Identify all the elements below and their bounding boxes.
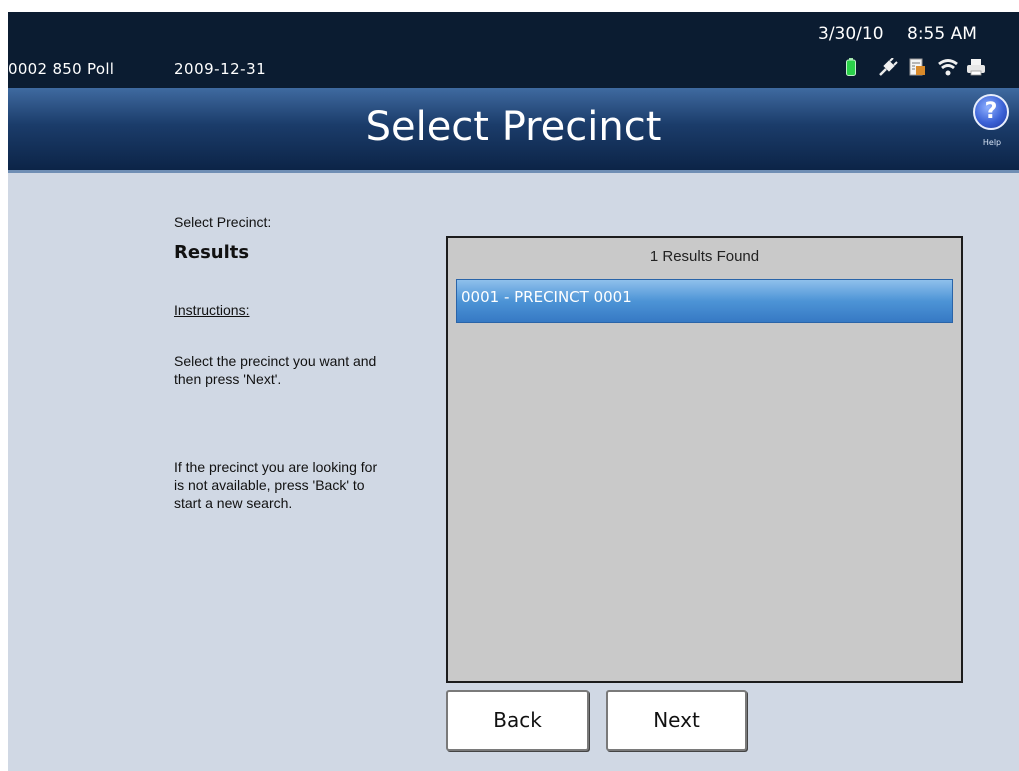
poll-date: 2009-12-31	[174, 60, 267, 78]
step-label: Select Precinct:	[174, 214, 272, 230]
kiosk-screen: 0002 850 Poll 2009-12-31 3/30/10 8:55 AM	[8, 12, 1019, 771]
instructions-text: Select the precinct you want and then pr…	[174, 353, 377, 387]
precinct-list-item[interactable]: 0001 - PRECINCT 0001	[456, 279, 953, 323]
station-id: 0002 850 Poll	[8, 60, 115, 78]
instructions-heading: Instructions:	[174, 302, 250, 318]
help-icon: ?	[973, 94, 1009, 130]
printer-icon	[967, 59, 985, 76]
back-button[interactable]: Back	[446, 690, 589, 751]
network-icon	[938, 59, 958, 76]
battery-icon	[846, 58, 856, 76]
clock-time: 8:55 AM	[907, 24, 977, 44]
results-list: 1 Results Found 0001 - PRECINCT 0001	[446, 236, 963, 683]
instructions-note: If the precinct you are looking for is n…	[174, 459, 378, 511]
next-button[interactable]: Next	[606, 690, 747, 751]
help-label: Help	[982, 138, 1002, 147]
document-icon	[909, 58, 925, 76]
help-button[interactable]: ? Help	[970, 94, 1014, 154]
title-bar: Select Precinct ? Help	[8, 88, 1019, 173]
power-plug-icon	[879, 58, 898, 76]
results-count: 1 Results Found	[649, 248, 760, 265]
step-heading: Results	[174, 242, 250, 263]
status-bar: 0002 850 Poll 2009-12-31 3/30/10 8:55 AM	[8, 12, 1019, 88]
page-title: Select Precinct	[365, 104, 662, 150]
clock-date: 3/30/10	[818, 24, 884, 44]
